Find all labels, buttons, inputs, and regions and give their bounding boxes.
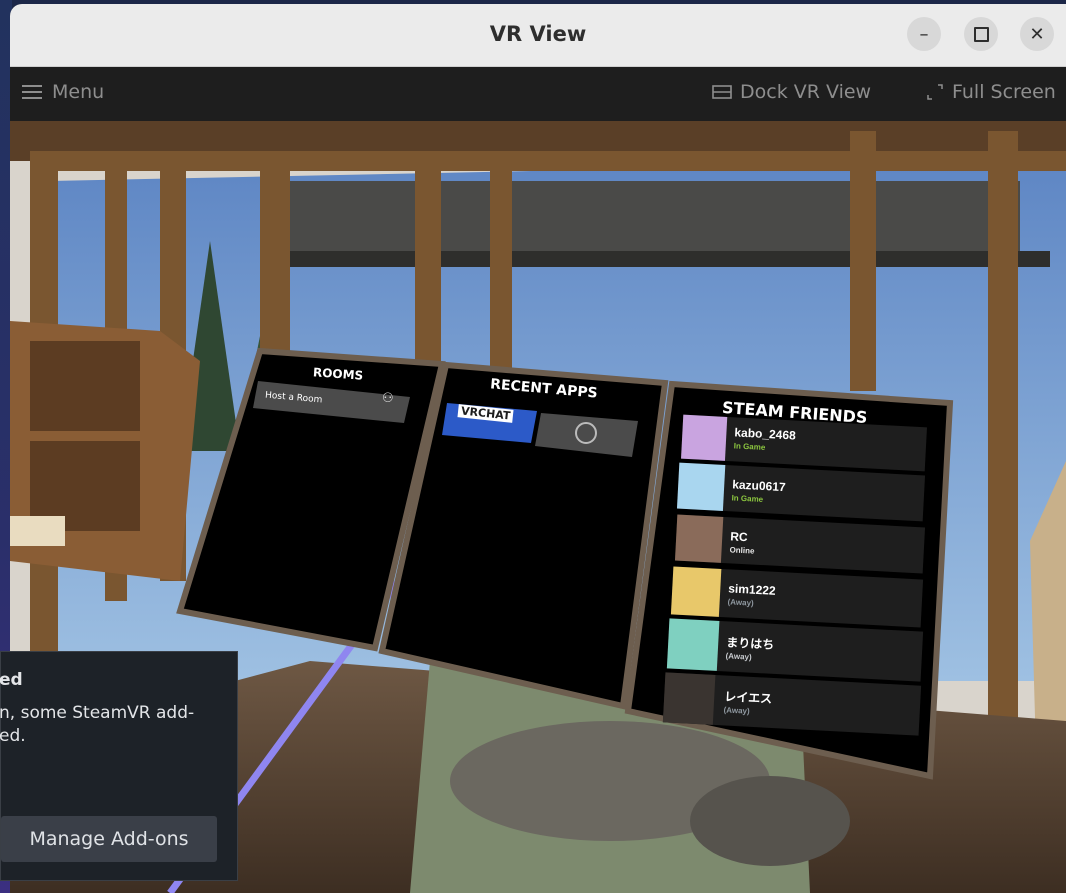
avatar (666, 618, 720, 671)
friend-name: まりはち (725, 635, 775, 652)
friend-status: (Away) (723, 705, 750, 716)
avatar (670, 566, 722, 617)
friend-name: kazu0617 (731, 477, 786, 495)
full-screen-button[interactable]: Full Screen (926, 81, 1056, 103)
friend-row[interactable]: RC Online (674, 514, 926, 574)
concrete-overhang (280, 181, 1020, 261)
dock-vr-view-button[interactable]: Dock VR View (712, 81, 871, 103)
menu-label: Menu (52, 81, 105, 103)
minimize-button[interactable]: – (907, 17, 941, 51)
manage-addons-button[interactable]: Manage Add-ons (1, 816, 217, 862)
friend-status: In Game (733, 441, 766, 452)
menu-button[interactable]: Menu (22, 81, 104, 103)
friend-status: In Game (731, 493, 764, 505)
minimize-icon: – (919, 23, 929, 45)
avatar (662, 672, 716, 725)
notification-body: n, some SteamVR add- ed. (0, 702, 219, 748)
rooms-icon: ⚇ (382, 391, 394, 406)
maximize-button[interactable] (964, 17, 998, 51)
toolbar: Menu Dock VR View Full Screen (10, 67, 1066, 121)
friend-name: RC (729, 529, 748, 545)
maximize-icon (973, 26, 989, 42)
notification-body-line-1: n, some SteamVR add- (0, 703, 195, 723)
close-button[interactable]: ✕ (1020, 17, 1054, 51)
notification-title: ed (0, 670, 23, 690)
dock-label: Dock VR View (740, 81, 872, 103)
friend-status: (Away) (725, 651, 752, 662)
friend-row[interactable]: レイエス (Away) (662, 672, 922, 736)
bookshelf (10, 321, 200, 581)
hamburger-icon (22, 85, 42, 99)
avatar (681, 414, 728, 461)
friend-status: (Away) (727, 597, 754, 608)
fullscreen-label: Full Screen (952, 81, 1056, 103)
friend-row[interactable]: sim1222 (Away) (670, 566, 924, 628)
notification-body-line-2: ed. (0, 726, 26, 746)
friend-row[interactable]: kabo_2468 In Game (681, 414, 927, 472)
friend-status: Online (729, 545, 755, 556)
fullscreen-icon (927, 84, 943, 100)
friend-name: sim1222 (727, 581, 777, 598)
friend-name: kabo_2468 (734, 425, 797, 443)
addons-notification: ed n, some SteamVR add- ed. Manage Add-o… (0, 651, 238, 881)
friend-row[interactable]: まりはち (Away) (666, 618, 924, 682)
friends-list: kabo_2468 In Game kazu0617 In Game RC On… (662, 414, 936, 781)
avatar (676, 462, 726, 511)
dock-icon (712, 85, 732, 99)
friend-name: レイエス (723, 689, 773, 706)
avatar (674, 514, 724, 563)
friend-row[interactable]: kazu0617 In Game (676, 462, 926, 522)
close-icon: ✕ (1029, 23, 1045, 45)
title-bar: VR View – ✕ (10, 4, 1066, 67)
